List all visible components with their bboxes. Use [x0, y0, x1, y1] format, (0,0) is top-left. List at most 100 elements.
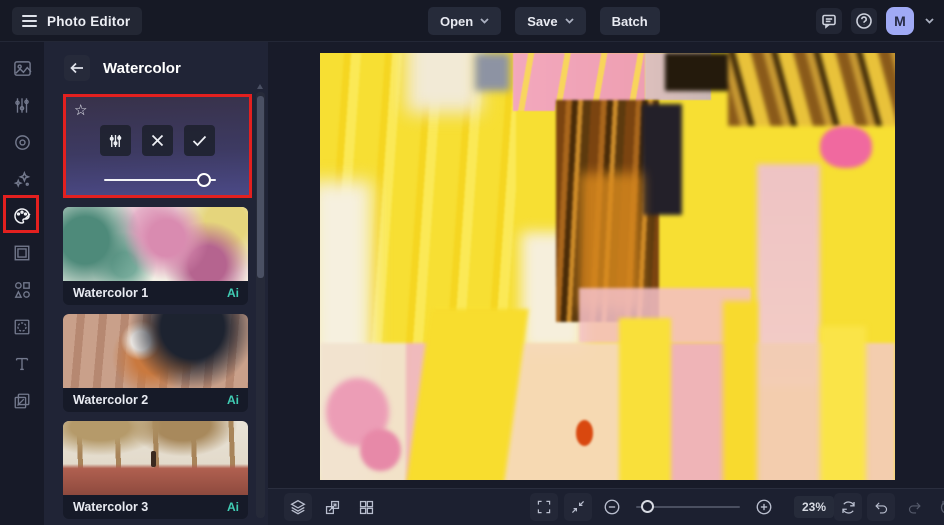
history-clock-icon [940, 500, 944, 513]
chat-bubble-icon [822, 14, 836, 29]
transform-button[interactable] [318, 493, 346, 521]
watercolor-panel: Watercolor ☆ Watercolor 1 Ai Watercolor … [44, 42, 268, 525]
card-footer: Watercolor 1 Ai [63, 281, 248, 305]
back-button[interactable] [64, 55, 90, 81]
filter-thumbnail [63, 207, 248, 281]
open-button[interactable]: Open [428, 7, 502, 35]
fit-screen-icon [571, 500, 585, 514]
sidebar-item-touchup[interactable] [0, 124, 44, 160]
sidebar-item-edit[interactable] [0, 50, 44, 86]
filter-thumbnail [63, 421, 248, 495]
templates-button[interactable] [352, 493, 380, 521]
ai-badge: Ai [227, 393, 239, 407]
sidebar-item-text[interactable] [0, 346, 44, 382]
applied-filter-card[interactable]: ☆ [63, 94, 252, 198]
filter-label: Watercolor 2 [73, 393, 149, 407]
favorite-star-icon[interactable]: ☆ [74, 101, 87, 119]
sidebar-item-effects[interactable] [0, 161, 44, 197]
sliders-icon [15, 97, 29, 113]
redo-button[interactable] [900, 493, 928, 521]
user-avatar[interactable]: M [886, 7, 914, 35]
filter-card-watercolor-2[interactable]: Watercolor 2 Ai [63, 314, 248, 412]
compare-refresh-button[interactable] [834, 493, 862, 521]
text-icon [15, 357, 29, 371]
image-icon [13, 60, 32, 76]
card-footer: Watercolor 2 Ai [63, 388, 248, 412]
help-button[interactable] [851, 8, 877, 34]
sparkles-icon [13, 170, 30, 188]
panel-header: Watercolor [44, 42, 268, 91]
filter-card-watercolor-3[interactable]: Watercolor 3 Ai [63, 421, 248, 519]
fit-to-screen-button[interactable] [564, 493, 592, 521]
history-reset-button[interactable] [933, 493, 944, 521]
frame-icon [14, 245, 30, 261]
bottom-left-tools [284, 493, 380, 521]
sidebar-item-graphics[interactable] [0, 272, 44, 308]
canvas-area[interactable] [268, 42, 944, 488]
photo-editor-app: Photo Editor Open Save Batch M Watercolo… [0, 0, 944, 525]
shapes-icon [14, 282, 30, 298]
adjust-sliders-icon [109, 134, 122, 147]
sidebar-item-layers[interactable] [0, 383, 44, 419]
zoom-in-button[interactable] [750, 493, 778, 521]
confirm-check-icon [192, 135, 207, 146]
eye-icon [14, 134, 30, 150]
minus-circle-icon [604, 499, 620, 515]
filter-card-watercolor-1[interactable]: Watercolor 1 Ai [63, 207, 248, 305]
account-chevron-down-icon[interactable] [925, 18, 934, 24]
filter-label: Watercolor 3 [73, 500, 149, 514]
cancel-x-icon [151, 134, 164, 147]
redo-icon [908, 501, 921, 513]
scrollbar-thumb[interactable] [257, 96, 264, 278]
zoom-controls: 23% [530, 493, 834, 521]
filter-intensity-slider[interactable] [104, 173, 216, 187]
zoom-level-badge[interactable]: 23% [794, 496, 834, 518]
undo-button[interactable] [867, 493, 895, 521]
layers-copy-icon [14, 393, 30, 409]
panel-title: Watercolor [103, 59, 181, 77]
refresh-icon [841, 500, 855, 514]
applied-filter-actions [66, 125, 249, 156]
sidebar-item-adjust[interactable] [0, 87, 44, 123]
zoom-slider-handle[interactable] [641, 500, 655, 513]
fullscreen-button[interactable] [530, 493, 558, 521]
cancel-filter-button[interactable] [142, 125, 173, 156]
zoom-out-button[interactable] [598, 493, 626, 521]
card-footer: Watercolor 3 Ai [63, 495, 248, 519]
feedback-button[interactable] [816, 8, 842, 34]
zoom-slider[interactable] [636, 500, 740, 514]
topbar: Photo Editor Open Save Batch M [0, 0, 944, 42]
scroll-up-arrow[interactable] [257, 84, 263, 89]
filter-settings-button[interactable] [100, 125, 131, 156]
sidebar-item-overlays[interactable] [0, 309, 44, 345]
chevron-down-icon [564, 18, 574, 24]
chevron-down-icon [480, 18, 489, 24]
resize-transform-icon [325, 500, 339, 514]
overlay-texture-icon [14, 319, 30, 335]
panel-scrollbar[interactable] [256, 84, 265, 518]
batch-button[interactable]: Batch [599, 7, 660, 35]
main-menu-button[interactable]: Photo Editor [12, 7, 143, 35]
topbar-right: M [816, 7, 934, 35]
sidebar-item-artsy[interactable] [0, 195, 44, 234]
layers-button[interactable] [284, 493, 312, 521]
app-title: Photo Editor [47, 13, 131, 29]
filter-label: Watercolor 1 [73, 286, 149, 300]
tools-sidebar [0, 42, 44, 525]
history-controls [834, 493, 944, 521]
file-actions: Open Save Batch [428, 7, 660, 35]
filter-thumbnail [63, 314, 248, 388]
save-button[interactable]: Save [515, 7, 586, 35]
undo-icon [874, 501, 887, 513]
sidebar-item-frames[interactable] [0, 235, 44, 271]
canvas-image[interactable] [320, 53, 895, 480]
thumbnail-figure [151, 451, 156, 467]
slider-handle[interactable] [196, 173, 211, 187]
hamburger-icon [22, 15, 37, 27]
ai-badge: Ai [227, 286, 239, 300]
fullscreen-icon [537, 500, 551, 514]
arrow-left-icon [70, 62, 83, 74]
palette-icon [14, 208, 31, 224]
apply-filter-button[interactable] [184, 125, 215, 156]
bottom-toolbar: 23% [268, 488, 944, 525]
